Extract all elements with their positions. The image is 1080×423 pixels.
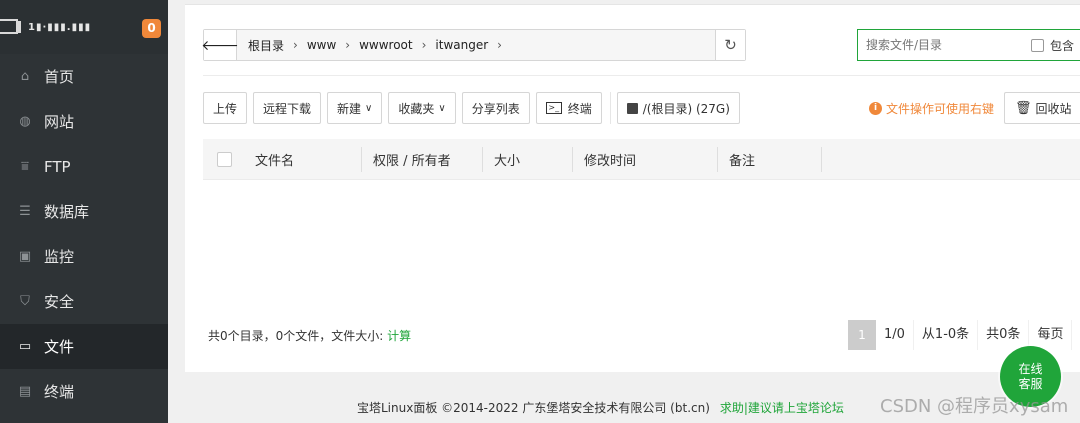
sidebar: 1▮·▮▮▮.▮▮▮ 0 ⌂ 首页 ◍ 网站 ⩸ FTP ☰ 数据库 ▣ 监控 … <box>0 0 168 423</box>
terminal-button[interactable]: >_ 终端 <box>535 92 602 124</box>
sidebar-item-label: 首页 <box>44 68 75 86</box>
table-header: 文件名 权限 / 所有者 大小 修改时间 备注 <box>203 139 1080 180</box>
chevron-right-icon: › <box>345 38 351 52</box>
page-range: 从1-0条 <box>914 320 979 350</box>
breadcrumb-item[interactable]: 根目录 <box>248 37 284 54</box>
home-icon: ⌂ <box>20 69 30 84</box>
sidebar-item-label: 终端 <box>44 383 75 401</box>
globe-icon: ◍ <box>19 114 31 129</box>
terminal-icon: >_ <box>545 102 562 114</box>
column-modified[interactable]: 修改时间 <box>584 139 636 180</box>
sidebar-item-terminal[interactable]: ▤ 终端 <box>0 369 168 414</box>
select-all-checkbox[interactable] <box>217 151 232 167</box>
sidebar-item-website[interactable]: ◍ 网站 <box>0 99 168 144</box>
breadcrumb-item[interactable]: wwwroot <box>359 38 413 52</box>
include-subdir-checkbox[interactable] <box>1031 38 1044 52</box>
server-ip: 1▮·▮▮▮.▮▮▮ <box>28 21 92 33</box>
search-box: 包含 <box>857 29 1080 61</box>
disk-icon <box>626 102 638 114</box>
sidebar-item-label: 安全 <box>44 293 75 311</box>
copyright: 宝塔Linux面板 ©2014-2022 广东堡塔安全技术有限公司 (bt.cn… <box>357 399 844 416</box>
folder-icon: ▭ <box>18 339 32 354</box>
shield-icon: ⛉ <box>20 294 30 309</box>
column-permission[interactable]: 权限 / 所有者 <box>373 139 451 180</box>
chevron-right-icon: › <box>293 38 298 52</box>
recycle-bin-label: 回收站 <box>1035 101 1072 116</box>
copyright-text: 宝塔Linux面板 ©2014-2022 广东堡塔安全技术有限公司 (bt.cn… <box>357 401 710 415</box>
tip-text: 文件操作可使用右键 <box>886 102 995 116</box>
column-divider <box>717 147 718 172</box>
toolbar: 上传 远程下载 新建 ∨ 收藏夹 ∨ 分享列表 >_ 终端 /(根目录) (27G) <box>203 92 746 124</box>
calculate-size-link[interactable]: 计算 <box>387 329 411 343</box>
trash-icon: 🗑 <box>1015 100 1032 116</box>
file-stats-text: 共0个目录，0个文件，文件大小: <box>208 329 384 343</box>
pagination: 1 1/0 从1-0条 共0条 每页 <box>848 320 1073 350</box>
path-bar: 🡐 根目录 › www › wwwroot › itwanger › ↻ <box>201 29 746 61</box>
include-subdir-label: 包含 <box>1050 38 1075 53</box>
sidebar-item-ftp[interactable]: ⩸ FTP <box>0 144 168 189</box>
sidebar-item-label: 网站 <box>44 113 75 131</box>
file-manager-panel: 🡐 根目录 › www › wwwroot › itwanger › ↻ 包含 … <box>185 4 1080 372</box>
database-icon: ☰ <box>19 204 31 219</box>
notification-badge[interactable]: 0 <box>142 19 161 38</box>
arrow-left-icon: 🡐 <box>201 37 239 54</box>
column-filename[interactable]: 文件名 <box>255 139 294 180</box>
column-notes: 备注 <box>729 153 756 169</box>
page-current[interactable]: 1 <box>848 320 876 350</box>
upload-button[interactable]: 上传 <box>203 92 248 124</box>
recycle-bin-button[interactable]: 🗑 回收站 <box>1004 92 1080 124</box>
forum-link[interactable]: 求助|建议请上宝塔论坛 <box>720 401 844 415</box>
refresh-icon: ↻ <box>724 36 737 54</box>
back-button[interactable]: 🡐 <box>201 30 239 60</box>
breadcrumb-item[interactable]: itwanger <box>435 38 488 52</box>
monitor-icon: ▣ <box>18 249 32 264</box>
share-list-button[interactable]: 分享列表 <box>461 92 530 124</box>
column-divider <box>572 147 573 172</box>
sidebar-item-database[interactable]: ☰ 数据库 <box>0 189 168 234</box>
search-input[interactable] <box>858 38 1008 52</box>
divider <box>203 75 1080 76</box>
info-icon: i <box>869 102 882 115</box>
ftp-icon: ⩸ <box>21 159 29 174</box>
breadcrumb-item[interactable]: www <box>307 38 336 52</box>
column-size[interactable]: 大小 <box>494 139 520 180</box>
support-label-line1: 在线 <box>1018 361 1043 376</box>
sidebar-item-monitor[interactable]: ▣ 监控 <box>0 234 168 279</box>
column-divider <box>482 147 483 172</box>
disk-label: /(根目录) (27G) <box>642 101 730 116</box>
page-total: 共0条 <box>978 320 1030 350</box>
terminal-icon: ▤ <box>18 384 32 399</box>
chevron-right-icon: › <box>497 38 502 52</box>
file-stats: 共0个目录，0个文件，文件大小: 计算 <box>208 327 411 344</box>
favorites-button[interactable]: 收藏夹 ∨ <box>388 92 456 124</box>
column-divider <box>821 147 822 172</box>
new-button[interactable]: 新建 ∨ <box>327 92 383 124</box>
watermark: CSDN @程序员xysam <box>880 396 1069 417</box>
column-divider <box>361 147 362 172</box>
new-label: 新建 <box>337 101 362 116</box>
monitor-icon <box>0 18 22 36</box>
terminal-label: 终端 <box>567 101 592 116</box>
remote-download-button[interactable]: 远程下载 <box>253 92 322 124</box>
chevron-right-icon: › <box>421 38 427 52</box>
sidebar-item-label: 监控 <box>44 248 75 266</box>
context-menu-tip: i 文件操作可使用右键 <box>869 100 994 117</box>
sidebar-item-files[interactable]: ▭ 文件 <box>0 324 168 369</box>
breadcrumb: 根目录 › www › wwwroot › itwanger › <box>237 37 715 54</box>
favorites-label: 收藏夹 <box>398 101 435 116</box>
chevron-down-icon: ∨ <box>365 102 373 114</box>
sidebar-item-label: 数据库 <box>44 203 90 221</box>
sidebar-item-security[interactable]: ⛉ 安全 <box>0 279 168 324</box>
server-info[interactable]: 1▮·▮▮▮.▮▮▮ <box>0 18 91 36</box>
support-label-line2: 客服 <box>1018 376 1043 391</box>
refresh-button[interactable]: ↻ <box>715 30 745 60</box>
sidebar-item-home[interactable]: ⌂ 首页 <box>0 54 168 99</box>
chevron-down-icon: ∨ <box>438 102 446 114</box>
disk-button[interactable]: /(根目录) (27G) <box>616 92 740 124</box>
sidebar-header: 1▮·▮▮▮.▮▮▮ 0 <box>0 0 168 54</box>
divider <box>609 92 611 124</box>
sidebar-item-label: FTP <box>44 157 71 176</box>
sidebar-item-label: 文件 <box>44 338 75 356</box>
page-indicator: 1/0 <box>876 320 914 350</box>
